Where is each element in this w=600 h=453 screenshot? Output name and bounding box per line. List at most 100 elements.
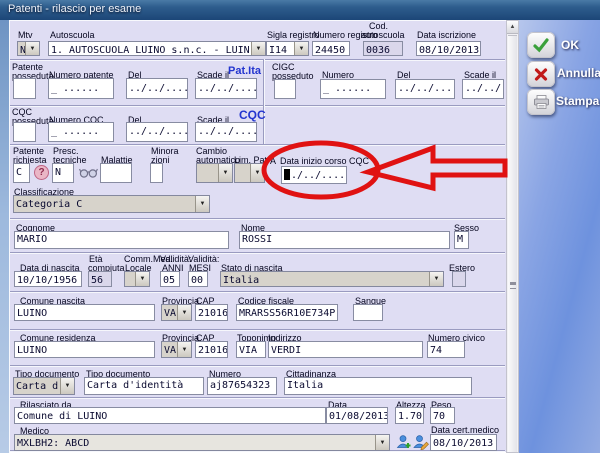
comm-locale-combo-value <box>125 272 135 286</box>
sigla-registro-combo-value: I14 <box>267 42 294 55</box>
tipo-documento-field[interactable]: Carta d'identità <box>84 377 204 395</box>
rilasciato-da-field[interactable]: Comune di LUINO <box>14 407 326 424</box>
patente-del-field[interactable]: ../../.... <box>126 78 188 99</box>
chevron-down-icon: ▼ <box>135 272 149 286</box>
data-iscrizione-field[interactable]: 08/10/2013 <box>416 41 481 56</box>
cap-residenza-field[interactable]: 21016 <box>195 341 228 358</box>
edit-person-icon[interactable] <box>413 434 429 450</box>
medico-combo[interactable]: MXLBH2: ABCD ▼ <box>14 434 390 451</box>
cambio-automatico-combo[interactable]: ▼ <box>196 163 233 183</box>
sigla-registro-label: Sigla registro <box>267 30 320 40</box>
a-label: A <box>270 156 276 166</box>
provincia-nascita-combo[interactable]: VA ▼ <box>161 304 192 321</box>
patente-scade-field[interactable]: ../../.... <box>195 78 257 99</box>
group-divider <box>263 59 265 144</box>
separator <box>10 365 505 367</box>
ok-button[interactable] <box>527 32 555 58</box>
data-inizio-corso-cqc-field[interactable]: ./../.... <box>281 166 347 184</box>
scrollbar-thumb[interactable] <box>508 35 517 452</box>
numero-registro-field[interactable]: 24450 <box>312 41 350 56</box>
separator <box>10 291 505 293</box>
classificazione-combo-value: Categoria C <box>14 196 195 212</box>
sigla-registro-combo[interactable]: I14 ▼ <box>266 41 309 56</box>
numero-documento-field[interactable]: aj87654323 <box>207 377 277 395</box>
help-icon[interactable]: ? <box>34 165 49 180</box>
sangue-field[interactable] <box>353 304 383 321</box>
anni-field[interactable]: 05 <box>160 271 180 287</box>
toponimo-field[interactable]: VIA <box>236 341 266 358</box>
ok-button-label: OK <box>561 38 579 52</box>
cqc-scade-field[interactable]: ../../.... <box>195 122 257 142</box>
chevron-down-icon: ▼ <box>177 305 191 320</box>
patente-richiesta-field[interactable]: C <box>13 163 30 183</box>
stato-nascita-combo[interactable]: Italia ▼ <box>220 271 444 287</box>
check-icon <box>532 37 550 53</box>
cqc-badge: CQC <box>239 108 266 122</box>
peso-field[interactable]: 70 <box>430 407 455 424</box>
cigc-del-field[interactable]: ../../.... <box>395 79 455 99</box>
cittadinanza-field[interactable]: Italia <box>284 377 472 395</box>
glasses-icon <box>79 166 98 179</box>
altezza-field[interactable]: 1.70 <box>395 407 424 424</box>
stampa-button[interactable] <box>527 89 555 115</box>
comune-nascita-field[interactable]: LUINO <box>14 304 155 321</box>
data-nascita-field[interactable]: 10/10/1956 <box>14 271 82 287</box>
numero-patente-field[interactable]: _ ...... <box>48 78 114 99</box>
cognome-field[interactable]: MARIO <box>14 231 229 249</box>
presc-tecniche-field[interactable]: N <box>52 163 74 183</box>
cqc-numero-field[interactable]: _ ...... <box>48 122 114 142</box>
mtv-combo-value: N <box>18 42 25 55</box>
numero-civico-field[interactable]: 74 <box>427 341 465 358</box>
data-cert-medico-field[interactable]: 08/10/2013 <box>430 434 497 451</box>
annulla-button[interactable] <box>527 61 555 87</box>
indirizzo-field[interactable]: VERDI <box>268 341 423 358</box>
data-iscrizione-label: Data iscrizione <box>417 30 476 40</box>
codice-fiscale-field[interactable]: MRARSS56R10E734P <box>236 304 338 321</box>
cigc-numero-field[interactable]: _ ...... <box>320 79 386 99</box>
scrollbar[interactable]: ▲ <box>506 20 519 453</box>
patenti-dialog: Patenti - rilascio per esame Mtv N ▼ Aut… <box>0 0 600 453</box>
malattie-field[interactable] <box>100 163 132 183</box>
cigc-posseduto-field[interactable] <box>274 79 296 99</box>
cod-autoscuola-label-line2: autoscuola <box>361 30 405 40</box>
data-rilascio-field[interactable]: 01/08/2013 <box>326 407 388 424</box>
cap-nascita-field[interactable]: 21016 <box>195 304 228 321</box>
eta-field: 56 <box>88 271 112 287</box>
chevron-down-icon: ▼ <box>25 42 39 55</box>
chevron-down-icon: ▼ <box>250 164 264 182</box>
classificazione-combo[interactable]: Categoria C ▼ <box>13 195 210 213</box>
sesso-field[interactable]: M <box>454 231 469 249</box>
scrollbar-grip <box>510 282 516 289</box>
printer-icon <box>533 94 550 110</box>
annulla-button-label: Annulla <box>557 66 600 80</box>
patente-posseduta-field[interactable] <box>13 78 36 99</box>
chevron-down-icon: ▼ <box>429 272 443 286</box>
window-title: Patenti - rilascio per esame <box>8 3 141 15</box>
cqc-del-field[interactable]: ../../.... <box>126 122 188 142</box>
comm-locale-combo[interactable]: ▼ <box>124 271 150 287</box>
pat-ita-badge: Pat.Ita <box>228 65 261 77</box>
mesi-field[interactable]: 00 <box>188 271 208 287</box>
medico-combo-value: MXLBH2: ABCD <box>15 435 375 450</box>
comune-residenza-field[interactable]: LUINO <box>14 341 155 358</box>
add-person-icon[interactable] <box>396 434 412 450</box>
data-inizio-corso-cqc-value: ./../.... <box>291 170 345 181</box>
lim-pat-combo-value <box>235 164 250 182</box>
minorazioni-field[interactable] <box>150 163 163 183</box>
autoscuola-combo[interactable]: 1. AUTOSCUOLA LUINO s.n.c. - LUIN ▼ <box>48 41 266 56</box>
stampa-button-label: Stampa <box>556 94 599 108</box>
cqc-posseduta-field[interactable] <box>13 122 36 142</box>
separator <box>10 329 505 331</box>
tipo-documento-combo-value: Carta d <box>14 378 60 394</box>
chevron-down-icon: ▼ <box>375 435 389 450</box>
scroll-up-button[interactable]: ▲ <box>507 21 518 34</box>
mtv-combo[interactable]: N ▼ <box>17 41 40 56</box>
title-bar[interactable]: Patenti - rilascio per esame <box>0 0 600 20</box>
lim-pat-combo[interactable]: ▼ <box>234 163 265 183</box>
chevron-down-icon: ▼ <box>177 342 191 357</box>
cigc-scade-field[interactable]: ../../... <box>462 79 504 99</box>
provincia-residenza-combo[interactable]: VA ▼ <box>161 341 192 358</box>
nome-field[interactable]: ROSSI <box>239 231 450 249</box>
autoscuola-label: Autoscuola <box>50 30 95 40</box>
tipo-documento-combo[interactable]: Carta d ▼ <box>13 377 75 395</box>
